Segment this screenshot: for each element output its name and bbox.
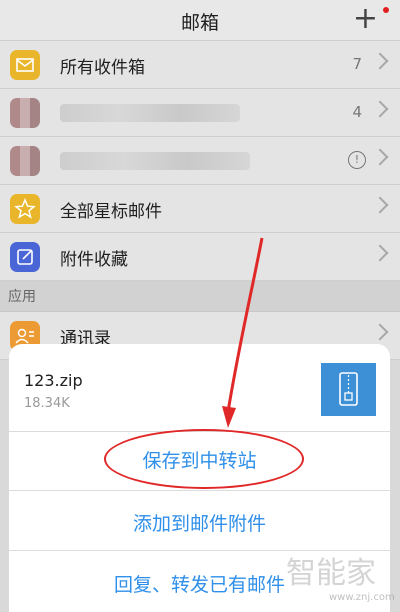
- annotation-arrow: [222, 237, 264, 428]
- watermark-url: www.znj.com: [329, 592, 395, 603]
- watermark-logo: 智能家: [286, 556, 376, 591]
